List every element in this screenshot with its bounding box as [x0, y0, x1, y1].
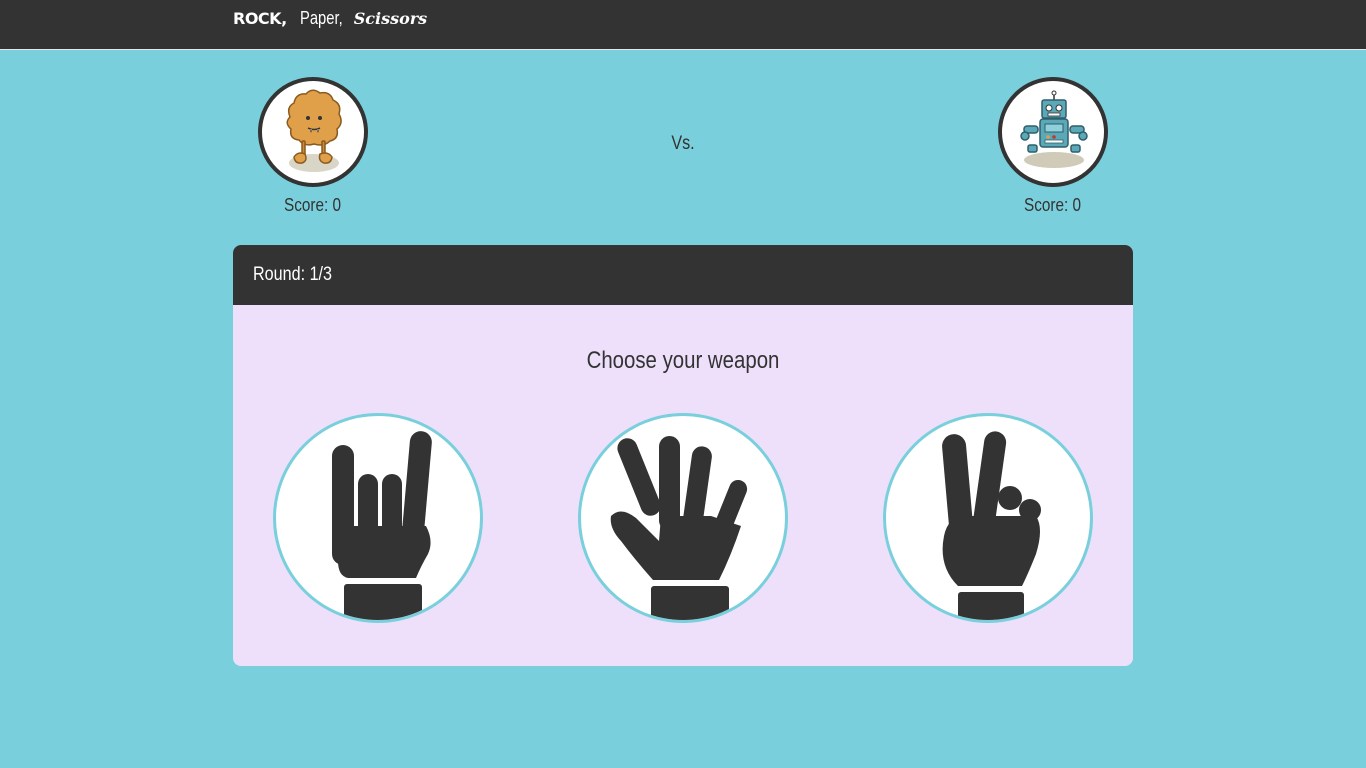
- robot-score: Score: 0: [1024, 195, 1082, 215]
- human-score: Score: 0: [284, 195, 342, 215]
- round-label: Round: 1/3: [253, 264, 333, 285]
- rock-button[interactable]: [273, 413, 483, 623]
- versus-label: Vs.: [671, 133, 695, 154]
- choose-weapon-prompt: Choose your weapon: [586, 347, 780, 374]
- player-robot: Score: 0: [998, 77, 1108, 216]
- scissors-button[interactable]: [883, 413, 1093, 623]
- brand-paper: Paper,: [299, 8, 343, 28]
- robot-avatar-icon: [998, 77, 1108, 187]
- top-nav-bar: ROCK, Paper, Scissors: [0, 0, 1366, 50]
- paper-hand-icon: [610, 436, 748, 620]
- monster-avatar-icon: [258, 77, 368, 187]
- round-header: Round: 1/3: [233, 245, 1133, 305]
- paper-button[interactable]: [578, 413, 788, 623]
- brand-logo[interactable]: ROCK, Paper, Scissors: [233, 8, 427, 29]
- brand-rock: ROCK,: [233, 9, 287, 28]
- rock-hand-icon: [332, 431, 432, 620]
- game-panel: Round: 1/3 Choose your weapon: [233, 245, 1133, 666]
- scissors-hand-icon: [942, 431, 1041, 620]
- player-human: Score: 0: [258, 77, 368, 216]
- brand-scissors: Scissors: [353, 9, 428, 28]
